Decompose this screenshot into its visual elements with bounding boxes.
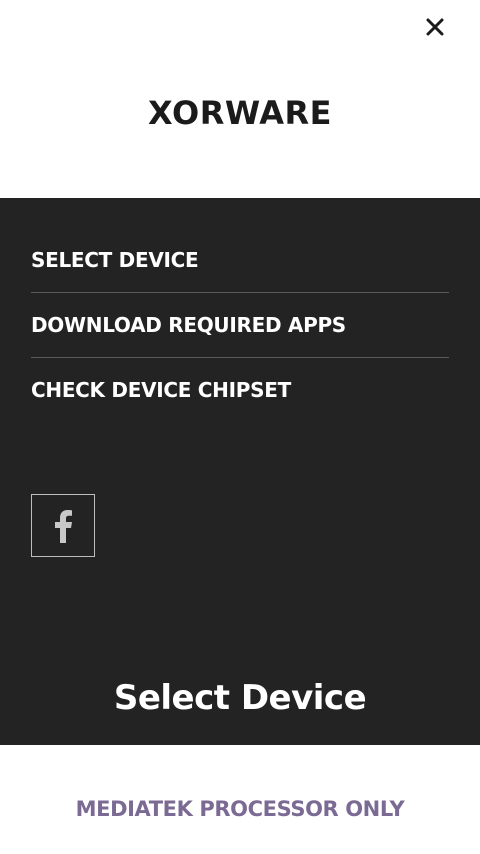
footer: MEDIATEK PROCESSOR ONLY xyxy=(0,745,480,854)
menu-item-check-device-chipset[interactable]: CHECK DEVICE CHIPSET xyxy=(31,358,449,422)
brand-title: XORWARE xyxy=(148,94,332,132)
facebook-button[interactable] xyxy=(31,494,95,557)
menu-item-select-device[interactable]: SELECT DEVICE xyxy=(31,228,449,292)
close-icon xyxy=(426,18,444,36)
menu-list: SELECT DEVICE DOWNLOAD REQUIRED APPS CHE… xyxy=(31,228,449,422)
section-title: Select Device xyxy=(113,678,367,718)
menu-item-download-required-apps[interactable]: DOWNLOAD REQUIRED APPS xyxy=(31,293,449,357)
top-bar: XORWARE xyxy=(0,0,480,198)
facebook-icon xyxy=(55,509,72,543)
processor-note: MEDIATEK PROCESSOR ONLY xyxy=(75,797,405,821)
menu-panel: SELECT DEVICE DOWNLOAD REQUIRED APPS CHE… xyxy=(0,198,480,745)
close-button[interactable] xyxy=(418,10,452,44)
